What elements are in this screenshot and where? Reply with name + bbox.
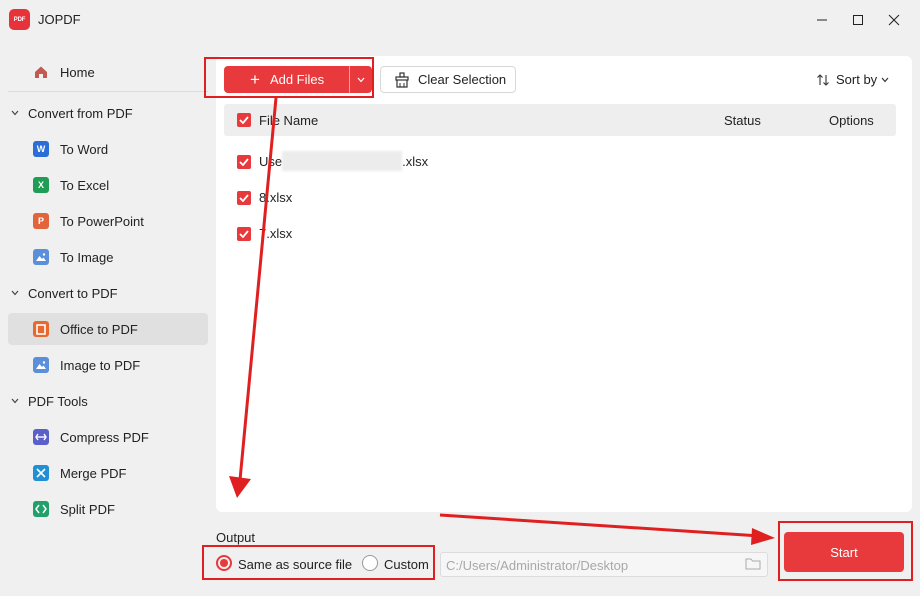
section-title: Convert from PDF: [28, 105, 133, 121]
home-icon: [33, 64, 49, 80]
sidebar-item-office-to-pdf[interactable]: Office to PDF: [8, 313, 208, 345]
highlight-output-options: [202, 545, 435, 580]
file-name: 7.xlsx: [259, 226, 293, 241]
sidebar-item-label: Office to PDF: [60, 321, 138, 337]
sidebar-item-label: Merge PDF: [60, 465, 127, 481]
column-header-options: Options: [829, 113, 874, 128]
file-name: Use .xlsx: [259, 150, 429, 171]
sidebar-item-label: Home: [60, 64, 95, 80]
sidebar-item-label: To PowerPoint: [60, 213, 144, 229]
powerpoint-icon: P: [33, 213, 49, 229]
sidebar-item-to-image[interactable]: To Image: [8, 241, 208, 273]
app-title: JOPDF: [38, 12, 81, 27]
table-row[interactable]: 7.xlsx: [224, 222, 896, 246]
table-row[interactable]: Use .xlsx: [224, 150, 896, 174]
compress-icon: [33, 429, 49, 445]
close-icon[interactable]: [876, 6, 912, 34]
chevron-down-icon: [8, 110, 22, 116]
title-bar: PDF JOPDF: [0, 0, 920, 40]
sidebar-item-to-excel[interactable]: X To Excel: [8, 169, 208, 201]
row-checkbox[interactable]: [237, 227, 251, 241]
section-title: Convert to PDF: [28, 285, 118, 301]
file-name: 8.xlsx: [259, 190, 293, 205]
output-path-text: C:/Users/Administrator/Desktop: [446, 558, 629, 573]
select-all-checkbox[interactable]: [237, 113, 251, 127]
sidebar-item-to-word[interactable]: W To Word: [8, 133, 208, 165]
sidebar-item-label: To Word: [60, 141, 109, 157]
sidebar-item-home[interactable]: Home: [8, 56, 208, 88]
sidebar-item-image-to-pdf[interactable]: Image to PDF: [8, 349, 208, 381]
file-table-header: File Name Status Options: [224, 104, 896, 136]
clear-selection-button[interactable]: Clear Selection: [380, 66, 516, 93]
sidebar-item-label: Compress PDF: [60, 429, 149, 445]
sidebar-item-label: Image to PDF: [60, 357, 141, 373]
section-convert-to-pdf[interactable]: Convert to PDF: [8, 281, 118, 305]
column-header-file-name[interactable]: File Name: [259, 113, 318, 128]
sidebar-item-merge-pdf[interactable]: Merge PDF: [8, 457, 208, 489]
image-icon: [33, 249, 49, 265]
chevron-down-icon: [881, 77, 889, 83]
excel-icon: X: [33, 177, 49, 193]
section-title: PDF Tools: [28, 393, 88, 409]
sort-by-label: Sort by: [836, 72, 878, 87]
chevron-down-icon: [8, 290, 22, 296]
highlight-start: [778, 521, 913, 581]
sidebar-item-label: To Image: [60, 249, 114, 265]
sidebar-item-label: To Excel: [60, 177, 110, 193]
sidebar-item-compress-pdf[interactable]: Compress PDF: [8, 421, 208, 453]
redacted-text: [282, 150, 403, 171]
folder-icon[interactable]: [745, 557, 761, 574]
sort-by-dropdown[interactable]: Sort by: [816, 72, 889, 87]
highlight-add-files: [204, 57, 374, 98]
minimize-icon[interactable]: [804, 6, 840, 34]
arrow-to-start: [439, 513, 775, 545]
section-pdf-tools[interactable]: PDF Tools: [8, 389, 88, 413]
app-logo-icon: PDF: [9, 9, 30, 30]
clear-selection-label: Clear Selection: [418, 72, 507, 87]
chevron-down-icon: [8, 398, 22, 404]
sidebar: Home Convert from PDF W To Word X To Exc…: [0, 40, 216, 596]
broom-icon: [394, 71, 410, 88]
maximize-icon[interactable]: [840, 6, 876, 34]
file-name-suffix: .xlsx: [402, 154, 429, 169]
output-label: Output: [216, 530, 256, 545]
image-to-pdf-icon: [33, 357, 49, 373]
merge-icon: [33, 465, 49, 481]
split-icon: [33, 501, 49, 517]
office-icon: [33, 321, 49, 337]
row-checkbox[interactable]: [237, 155, 251, 169]
sidebar-item-split-pdf[interactable]: Split PDF: [8, 493, 208, 525]
file-name-prefix: Use: [259, 154, 283, 169]
section-convert-from-pdf[interactable]: Convert from PDF: [8, 101, 133, 125]
table-row[interactable]: 8.xlsx: [224, 186, 896, 210]
divider: [8, 91, 208, 92]
row-checkbox[interactable]: [237, 191, 251, 205]
word-icon: W: [33, 141, 49, 157]
column-header-status: Status: [724, 113, 761, 128]
sort-icon: [816, 73, 830, 86]
sidebar-item-to-powerpoint[interactable]: P To PowerPoint: [8, 205, 208, 237]
output-path-field[interactable]: C:/Users/Administrator/Desktop: [440, 552, 768, 577]
sidebar-item-label: Split PDF: [60, 501, 115, 517]
